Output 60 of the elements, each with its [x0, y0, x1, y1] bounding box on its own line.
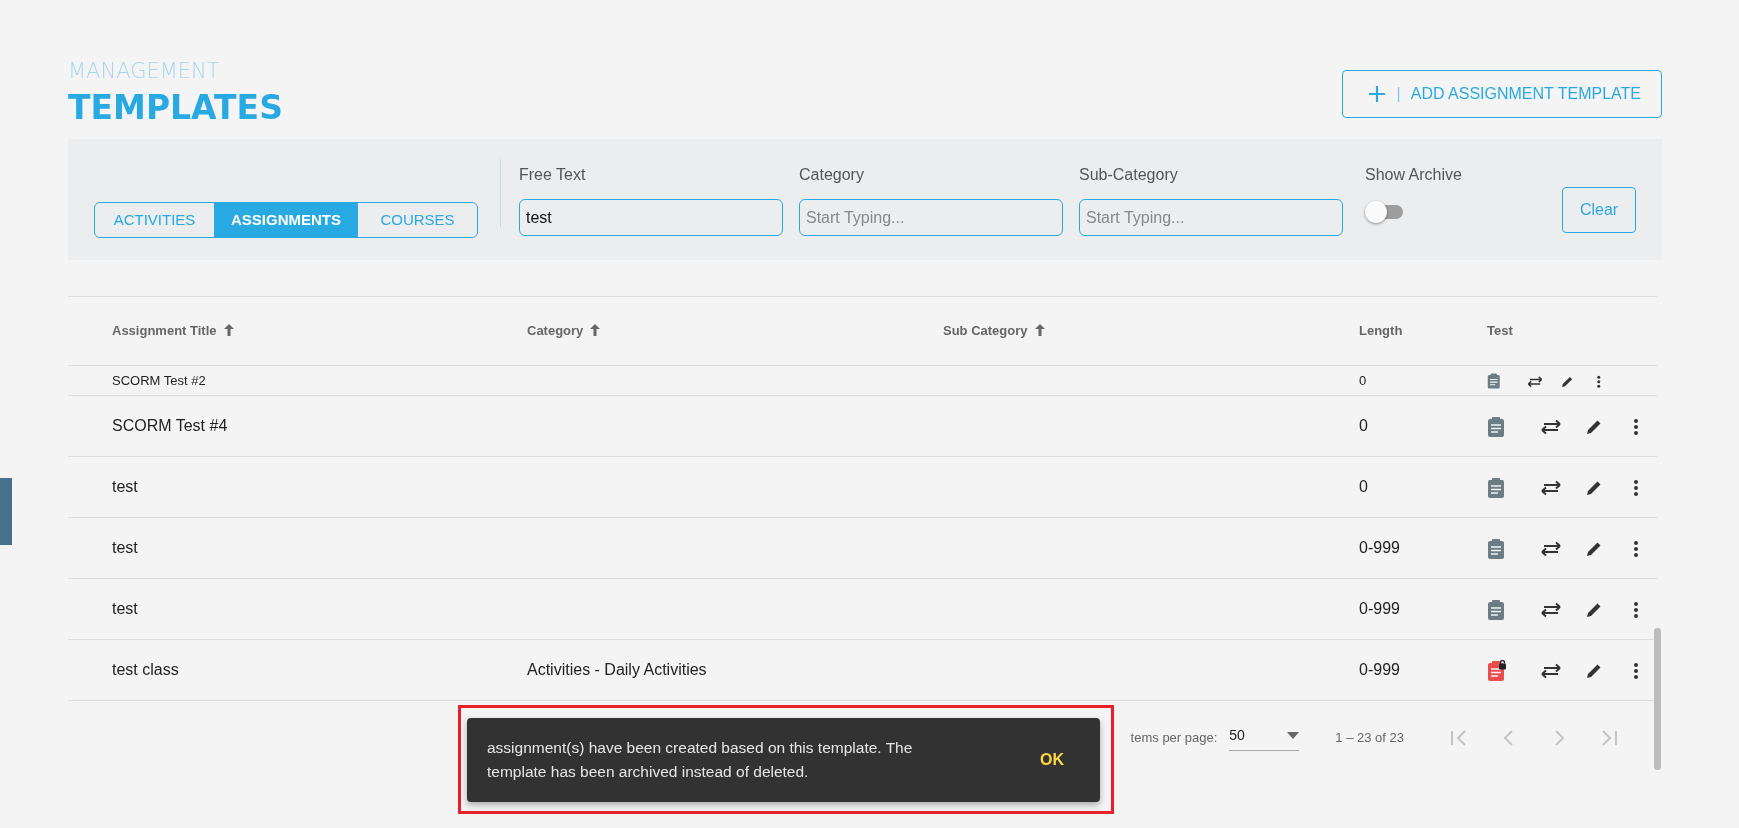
clipboard-icon[interactable] — [1487, 537, 1507, 560]
table-cell: 0-999 — [1359, 600, 1400, 617]
sort-arrow-icon[interactable] — [589, 323, 602, 338]
field-label: Sub-Category — [1079, 165, 1179, 185]
more-options-icon[interactable] — [1633, 661, 1639, 680]
clipboard-icon[interactable] — [1487, 598, 1507, 621]
swap-arrows-icon[interactable] — [1526, 374, 1544, 388]
table-cell: SCORM Test #4 — [112, 417, 228, 434]
table-cell: 0 — [1359, 417, 1368, 434]
field-label: Free Text — [519, 165, 587, 185]
table-cell: test class — [112, 661, 179, 678]
swap-arrows-icon[interactable] — [1539, 539, 1563, 558]
more-options-icon[interactable] — [1633, 600, 1639, 619]
more-options-icon[interactable] — [1633, 539, 1639, 558]
table-cell: test — [112, 478, 138, 495]
ok-button[interactable]: OK — [1034, 747, 1070, 773]
scrollbar-thumb[interactable] — [1654, 628, 1661, 770]
table-cell: 0 — [1359, 478, 1368, 495]
field-label: Show Archive — [1365, 165, 1463, 185]
pencil-icon[interactable] — [1560, 374, 1574, 388]
column-header[interactable]: Length — [1359, 323, 1403, 339]
swap-arrows-icon[interactable] — [1539, 417, 1563, 436]
column-header[interactable]: Sub Category — [943, 323, 1028, 339]
text-field[interactable]: test — [519, 199, 783, 236]
section-label: MANAGEMENT — [68, 58, 221, 84]
sort-arrow-icon[interactable] — [222, 323, 235, 338]
text-field[interactable]: Start Typing... — [1079, 199, 1343, 236]
locked-clipboard-icon[interactable] — [1487, 659, 1507, 682]
column-header[interactable]: Category — [527, 323, 584, 339]
page-title: TEMPLATES — [68, 88, 283, 128]
field-label: Category — [799, 165, 865, 185]
plus-icon — [1366, 84, 1387, 104]
table-cell: SCORM Test #2 — [112, 372, 206, 388]
dropdown-caret-icon — [1287, 732, 1300, 739]
table-cell: test — [112, 539, 138, 556]
page-size-select[interactable]: 50 — [1229, 725, 1300, 751]
table-cell: test — [112, 600, 138, 617]
clipboard-icon[interactable] — [1487, 476, 1507, 499]
clipboard-icon[interactable] — [1487, 372, 1502, 389]
snackbar-message: assignment(s) have been created based on this template. The template has been archived instead of deleted. — [487, 738, 914, 782]
table-cell: 0 — [1359, 372, 1367, 388]
column-header[interactable]: Assignment Title — [112, 323, 217, 339]
more-options-icon[interactable] — [1596, 374, 1601, 388]
archive-toggle[interactable] — [1365, 201, 1405, 223]
column-header[interactable]: Test — [1487, 323, 1513, 339]
table-cell: 0-999 — [1359, 661, 1400, 678]
swap-arrows-icon[interactable] — [1539, 600, 1563, 619]
text-field[interactable]: Start Typing... — [799, 199, 1063, 236]
swap-arrows-icon[interactable] — [1539, 661, 1563, 680]
more-options-icon[interactable] — [1633, 417, 1639, 436]
separator: | — [1396, 84, 1401, 104]
page-range-label: 1 – 23 of 23 — [1335, 729, 1404, 748]
swap-arrows-icon[interactable] — [1539, 478, 1563, 497]
more-options-icon[interactable] — [1633, 478, 1639, 497]
clipboard-icon[interactable] — [1487, 415, 1507, 438]
category-tab[interactable]: ASSIGNMENTS — [215, 203, 358, 237]
table-cell: 0-999 — [1359, 539, 1400, 556]
items-per-page-label: tems per page: — [1130, 729, 1218, 748]
sort-arrow-icon[interactable] — [1033, 323, 1046, 338]
table-cell: Activities - Daily Activities — [527, 661, 707, 678]
